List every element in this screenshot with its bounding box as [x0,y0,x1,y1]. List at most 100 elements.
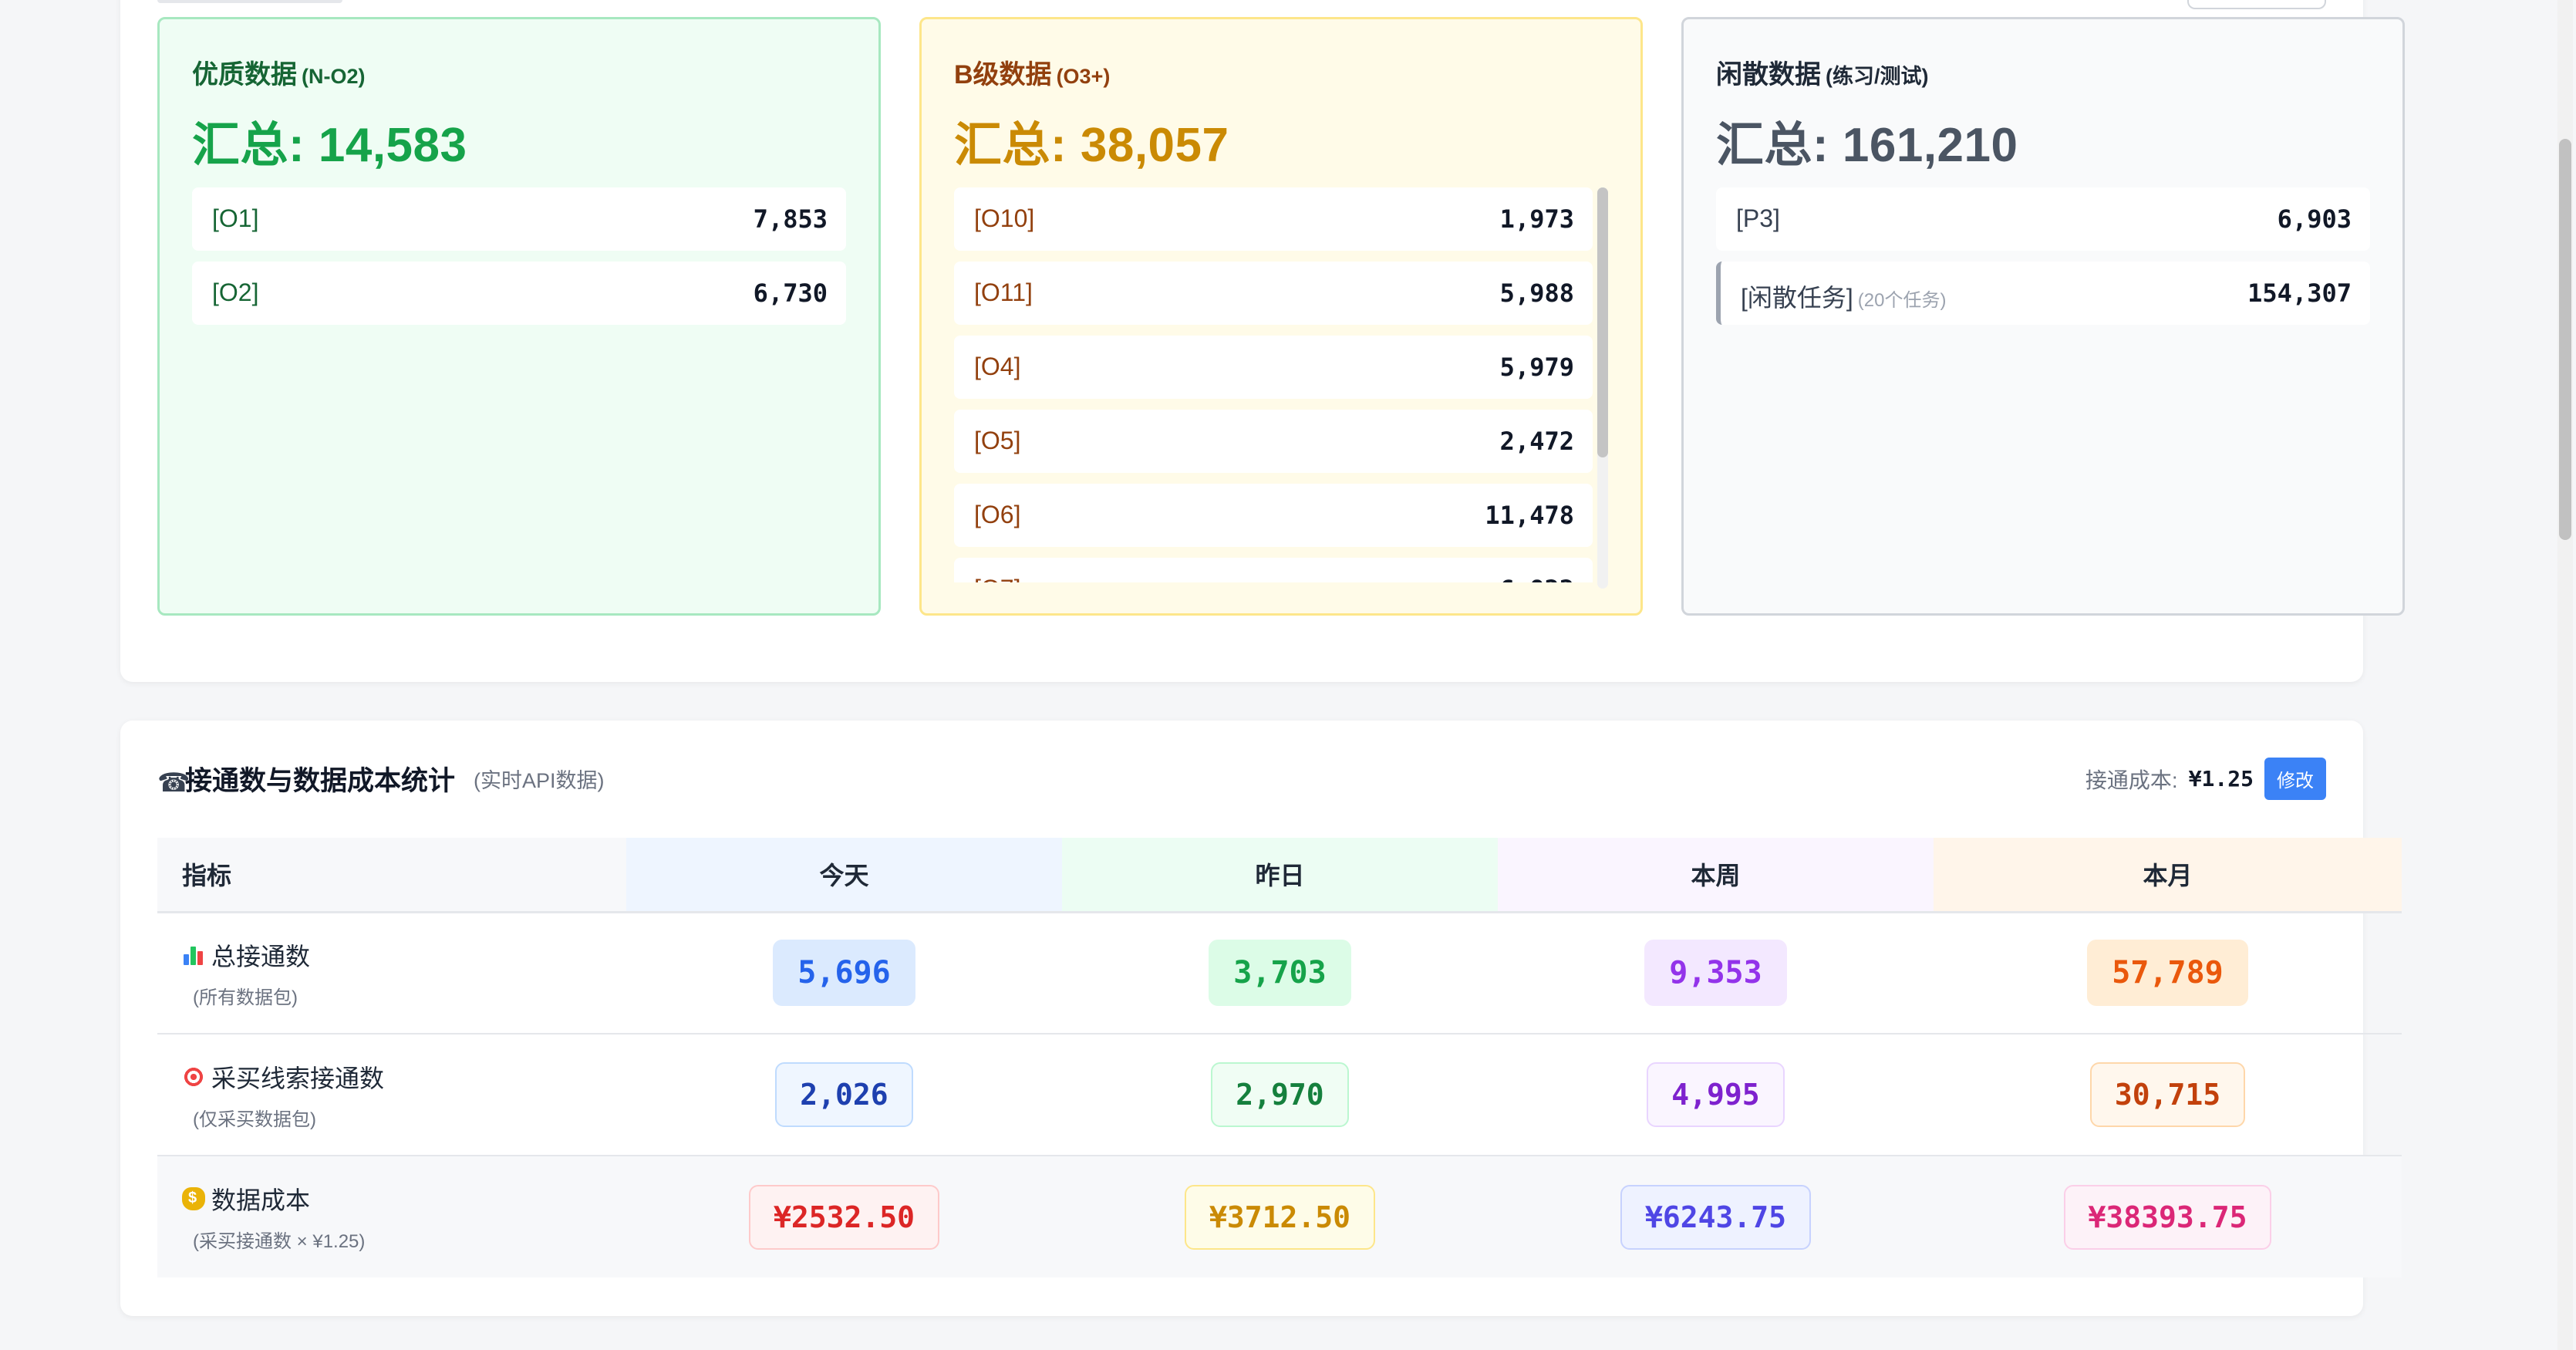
card-scrollbar[interactable] [1597,187,1608,589]
card-rows: [P3] 6,903 [闲散任务] (20个任务) 154,307 [1716,187,2370,582]
panel-title-fragment [157,0,342,3]
value-cell: ¥6243.75 [1498,1156,1934,1277]
metric-sub: (采买接通数 × ¥1.25) [193,1231,366,1252]
metric-cell: 总接通数 (所有数据包) [157,912,626,1034]
metric-sub: (所有数据包) [193,987,298,1008]
card-title: 优质数据 (N-O2) [192,60,366,89]
stat-value: 4,995 [1647,1062,1785,1127]
card-title: 闲散数据 (练习/测试) [1716,60,1929,89]
list-item: [O2] 6,730 [192,262,846,325]
card-total: 汇总: 161,210 [1716,119,2018,172]
edit-cost-button[interactable]: 修改 [2264,758,2326,800]
data-summary-panel: 优质数据 (N-O2) 汇总: 14,583 [O1] 7,853 [O2] 6,… [120,0,2405,682]
row-value: 5,979 [1499,353,1574,382]
card-rows-scrollable[interactable]: [O10] 1,973 [O11] 5,988 [O4] 5,979 [O5] … [954,187,1593,582]
stat-value: 2,970 [1211,1062,1349,1127]
list-item: [P3] 6,903 [1716,187,2370,251]
stat-value: ¥2532.50 [748,1184,940,1250]
metric-cell: 数据成本 (采买接通数 × ¥1.25) [157,1156,626,1277]
row-label: [O10] [974,204,1035,232]
row-label: [O7] [974,575,1020,582]
connect-cost-box: 接通成本: ¥1.25 修改 [2085,758,2326,800]
metric-cell: 采买线索接通数 (仅采买数据包) [157,1034,626,1156]
list-item: [O10] 1,973 [954,187,1593,251]
row-label: [O4] [974,353,1021,380]
value-cell: 30,715 [1934,1034,2402,1156]
panel-action-button[interactable] [2187,0,2326,9]
column-header: 本月 [1934,838,2402,913]
row-value: 5,988 [1499,278,1574,308]
card-rows: [O1] 7,853 [O2] 6,730 [192,187,846,582]
section-title: ☎ 接通数与数据成本统计 (实时API数据) [157,759,605,798]
row-value: 1,973 [1499,204,1574,234]
row-value: 154,307 [2247,278,2352,308]
money-bag-icon [182,1187,205,1210]
value-cell: 3,703 [1062,912,1498,1034]
premium-data-card: 优质数据 (N-O2) 汇总: 14,583 [O1] 7,853 [O2] 6,… [157,17,881,616]
idle-data-card: 闲散数据 (练习/测试) 汇总: 161,210 [P3] 6,903 [闲散任务… [1681,17,2405,616]
row-label: [O6] [974,501,1021,528]
stat-value: 30,715 [2089,1062,2246,1127]
row-value: 6,903 [2277,204,2352,234]
table-header-row: 指标 今天 昨日 本周 本月 [157,838,2402,913]
table-row: 数据成本 (采买接通数 × ¥1.25) ¥2532.50 ¥3712.50 ¥… [157,1156,2402,1277]
value-cell: 4,995 [1498,1034,1934,1156]
row-label: [O2] [212,278,259,306]
row-value: 7,853 [753,204,828,234]
row-value: 6,730 [753,278,828,308]
b-level-data-card: B级数据 (O3+) 汇总: 38,057 [O10] 1,973 [O11] 5… [919,17,1643,616]
stat-value: 57,789 [2087,940,2248,1007]
value-cell: 2,026 [626,1034,1062,1156]
value-cell: ¥38393.75 [1934,1156,2402,1277]
stat-value: ¥3712.50 [1184,1184,1376,1250]
value-cell: 9,353 [1498,912,1934,1034]
page-scrollbar[interactable] [2557,0,2573,1350]
table-row: 采买线索接通数 (仅采买数据包) 2,026 2,970 4,995 30,71… [157,1034,2402,1156]
row-label: [O5] [974,427,1021,454]
target-icon [182,1065,205,1088]
metric-name: 总接通数 [211,942,311,970]
table-row: 总接通数 (所有数据包) 5,696 3,703 9,353 57,789 [157,912,2402,1034]
metric-sub: (仅采买数据包) [193,1109,316,1130]
value-cell: 57,789 [1934,912,2402,1034]
row-value: 6,822 [1500,575,1574,582]
cost-value: ¥1.25 [2188,766,2254,791]
row-value: 2,472 [1499,427,1574,456]
card-total: 汇总: 14,583 [192,119,467,172]
stat-value: ¥38393.75 [2063,1184,2272,1250]
row-label: [闲散任务] (20个任务) [1741,284,1947,312]
value-cell: 5,696 [626,912,1062,1034]
value-cell: ¥3712.50 [1062,1156,1498,1277]
bar-chart-icon [182,943,205,967]
list-item: [O1] 7,853 [192,187,846,251]
row-label: [O1] [212,204,259,232]
stat-value: 5,696 [773,940,915,1007]
stat-value: 2,026 [775,1062,913,1127]
stat-value: 9,353 [1644,940,1787,1007]
card-title: B级数据 (O3+) [954,60,1111,89]
value-cell: ¥2532.50 [626,1156,1062,1277]
row-label: [O11] [974,278,1033,306]
list-item: [O5] 2,472 [954,410,1593,473]
column-header: 指标 [157,838,626,913]
column-header: 本周 [1498,838,1934,913]
section-subtitle: (实时API数据) [474,769,605,792]
row-value: 11,478 [1485,501,1574,530]
metric-name: 数据成本 [211,1186,311,1214]
list-item: [O6] 11,478 [954,484,1593,547]
metric-name: 采买线索接通数 [211,1064,385,1092]
scrollbar-thumb[interactable] [1597,187,1608,457]
list-item: [O7] 6,822 [954,558,1593,582]
phone-icon: ☎ [157,768,191,798]
page-scrollbar-thumb[interactable] [2559,139,2571,540]
list-item: [闲散任务] (20个任务) 154,307 [1716,262,2370,325]
column-header: 昨日 [1062,838,1498,913]
stats-panel: ☎ 接通数与数据成本统计 (实时API数据) 接通成本: ¥1.25 修改 指标… [120,721,2402,1316]
stat-value: ¥6243.75 [1620,1184,1812,1250]
list-item: [O4] 5,979 [954,336,1593,399]
stats-table: 指标 今天 昨日 本周 本月 总接通数 (所有数据包) 5,696 3,703 … [157,838,2402,1277]
cost-label: 接通成本: [2085,768,2178,792]
stat-value: 3,703 [1209,940,1351,1007]
list-item: [O11] 5,988 [954,262,1593,325]
row-note: (20个任务) [1857,290,1947,311]
